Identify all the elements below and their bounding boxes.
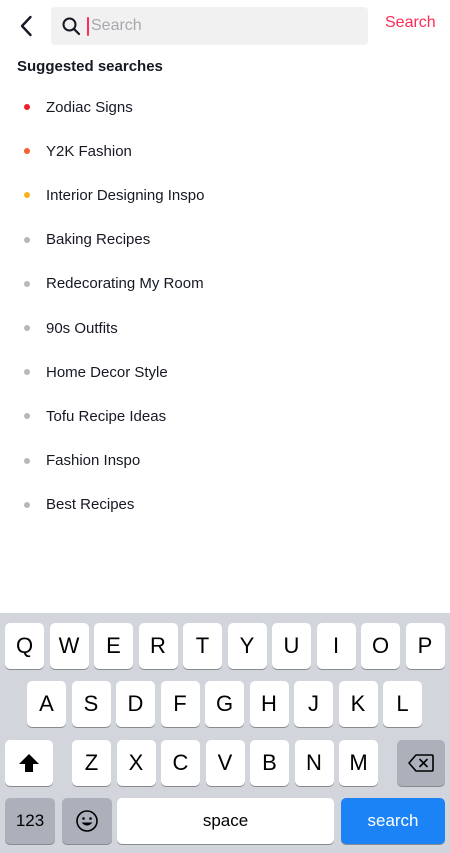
key-l[interactable]: L [383,681,422,727]
suggestion-label: Y2K Fashion [46,142,132,160]
key-p[interactable]: P [405,623,445,669]
suggestion-label: Zodiac Signs [46,98,133,116]
suggestion-label: Redecorating My Room [46,275,204,293]
on-screen-keyboard: QWERTYUIOP ASDFGHJKL ZXCVBNM 123 space s… [0,613,450,853]
numbers-key[interactable]: 123 [5,798,55,844]
suggestion-item[interactable]: Fashion Inspo [0,439,450,483]
suggestion-label: 90s Outfits [46,319,118,337]
key-g[interactable]: G [205,681,244,727]
suggestion-label: Fashion Inspo [46,452,141,470]
key-a[interactable]: A [27,681,66,727]
suggestion-label: Best Recipes [46,496,135,514]
key-n[interactable]: N [294,740,334,786]
key-h[interactable]: H [249,681,289,727]
shift-key[interactable] [5,740,53,786]
key-w[interactable]: W [49,623,89,669]
trend-dot-icon [24,369,30,376]
suggestion-item[interactable]: Home Decor Style [0,350,450,394]
delete-key[interactable] [397,740,445,786]
key-o[interactable]: O [361,623,400,669]
keyboard-row-4: 123 space search [0,798,450,844]
keyboard-row-2: ASDFGHJKL [0,681,450,727]
key-e[interactable]: E [94,623,133,669]
key-x[interactable]: X [116,740,156,786]
key-y[interactable]: Y [227,623,267,669]
space-key[interactable]: space [117,798,334,844]
suggestion-label: Interior Designing Inspo [46,186,205,204]
search-box[interactable] [51,7,368,45]
key-t[interactable]: T [183,623,222,669]
trend-dot-icon [24,280,30,287]
key-s[interactable]: S [71,681,111,727]
back-button[interactable] [12,10,40,42]
key-f[interactable]: F [160,681,200,727]
shift-arrow-icon [19,754,39,772]
key-b[interactable]: B [250,740,289,786]
suggestion-item[interactable]: Best Recipes [0,483,450,527]
key-k[interactable]: K [338,681,378,727]
suggestion-item[interactable]: Baking Recipes [0,218,450,262]
key-q[interactable]: Q [5,623,44,669]
suggestion-label: Tofu Recipe Ideas [46,407,167,425]
trend-dot-icon [24,236,30,243]
key-v[interactable]: V [205,740,245,786]
key-d[interactable]: D [116,681,155,727]
key-i[interactable]: I [316,623,356,669]
backspace-icon [408,754,434,772]
search-input[interactable] [89,7,359,45]
section-title: Suggested searches [17,58,163,75]
trend-dot-icon [24,148,30,155]
trend-dot-icon [24,325,30,332]
trend-dot-icon [24,457,30,464]
key-u[interactable]: U [272,623,311,669]
suggestion-item[interactable]: Y2K Fashion [0,129,450,173]
trend-dot-icon [24,501,30,508]
suggestion-item[interactable]: Tofu Recipe Ideas [0,394,450,438]
suggestion-item[interactable]: Zodiac Signs [0,85,450,129]
suggestion-item[interactable]: Interior Designing Inspo [0,173,450,217]
suggestion-label: Baking Recipes [46,231,151,249]
trend-dot-icon [24,413,30,420]
keyboard-row-3: ZXCVBNM [0,740,450,786]
emoji-smiley-icon [76,810,98,832]
suggestion-label: Home Decor Style [46,363,168,381]
trend-dot-icon [24,104,30,111]
suggestion-item[interactable]: Redecorating My Room [0,262,450,306]
magnifier-icon [62,17,81,36]
key-j[interactable]: J [294,681,333,727]
key-r[interactable]: R [138,623,178,669]
search-header: Search [0,0,450,52]
keyboard-search-key[interactable]: search [341,798,445,844]
search-button[interactable]: Search [385,14,436,32]
suggestion-item[interactable]: 90s Outfits [0,306,450,350]
suggestion-list: Zodiac Signs Y2K Fashion Interior Designin… [0,85,450,527]
keyboard-row-1: QWERTYUIOP [0,623,450,669]
chevron-left-icon [20,15,32,37]
key-c[interactable]: C [161,740,200,786]
key-m[interactable]: M [339,740,378,786]
emoji-key[interactable] [62,798,112,844]
key-z[interactable]: Z [72,740,111,786]
trend-dot-icon [24,192,30,199]
